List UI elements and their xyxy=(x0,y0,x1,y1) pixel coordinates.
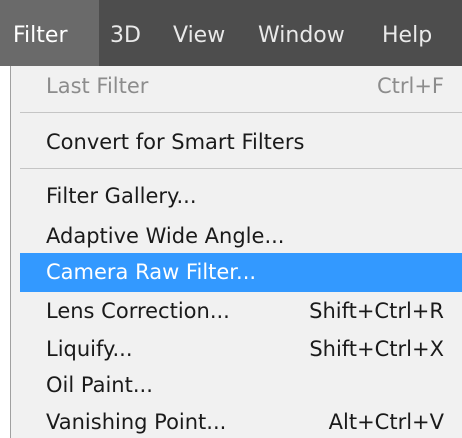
menu-item-shortcut: Shift+Ctrl+R xyxy=(309,299,444,323)
menu-item-label: Convert for Smart Filters xyxy=(46,130,305,154)
menu-item-label: Adaptive Wide Angle... xyxy=(46,224,285,248)
menu-item-label: Lens Correction... xyxy=(46,299,230,323)
menu-filter[interactable]: Filter xyxy=(0,0,99,66)
menu-item-label: Filter Gallery... xyxy=(46,184,197,208)
menu-item-label: Last Filter xyxy=(46,74,149,98)
menu-separator xyxy=(20,112,462,113)
menu-item-vanishing-point[interactable]: Vanishing Point... Alt+Ctrl+V xyxy=(20,403,462,438)
menu-item-label: Liquify... xyxy=(46,337,133,361)
menu-item-shortcut: Shift+Ctrl+X xyxy=(309,337,444,361)
menu-item-adaptive-wide-angle[interactable]: Adaptive Wide Angle... xyxy=(20,217,462,256)
menu-separator xyxy=(20,168,462,169)
menu-help[interactable]: Help xyxy=(382,0,432,66)
menu-item-filter-gallery[interactable]: Filter Gallery... xyxy=(20,177,462,216)
menu-item-liquify[interactable]: Liquify... Shift+Ctrl+X xyxy=(20,330,462,369)
menu-view[interactable]: View xyxy=(173,0,225,66)
filter-dropdown-menu: Last Filter Ctrl+F Convert for Smart Fil… xyxy=(10,66,462,438)
menu-item-shortcut: Ctrl+F xyxy=(376,74,444,98)
menu-3d[interactable]: 3D xyxy=(110,0,141,66)
menu-item-shortcut: Alt+Ctrl+V xyxy=(328,410,444,434)
menu-item-label: Vanishing Point... xyxy=(46,410,227,434)
menu-bar: Filter 3D View Window Help xyxy=(0,0,462,66)
menu-item-convert-for-smart-filters[interactable]: Convert for Smart Filters xyxy=(20,123,462,162)
menu-item-label: Camera Raw Filter... xyxy=(46,260,257,284)
menu-window[interactable]: Window xyxy=(258,0,345,66)
menu-item-oil-paint[interactable]: Oil Paint... xyxy=(20,366,462,405)
menu-item-camera-raw-filter[interactable]: Camera Raw Filter... xyxy=(20,253,462,292)
menu-item-last-filter: Last Filter Ctrl+F xyxy=(20,67,462,106)
menu-item-label: Oil Paint... xyxy=(46,373,153,397)
menu-item-lens-correction[interactable]: Lens Correction... Shift+Ctrl+R xyxy=(20,292,462,331)
